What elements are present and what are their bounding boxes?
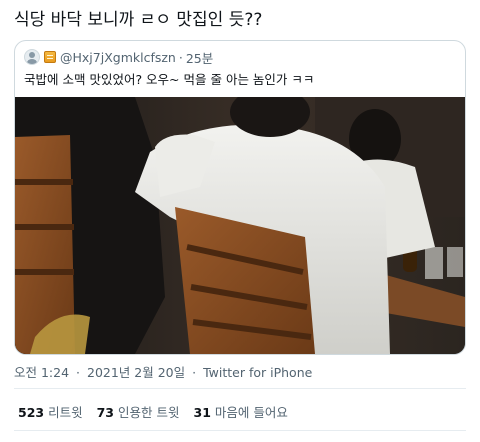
quoted-tweet-photo[interactable] <box>15 97 465 354</box>
likes-label: 마음에 들어요 <box>214 405 288 420</box>
quoted-tweet-text: 국밥에 소맥 맛있었어? 오우~ 먹을 줄 아는 놈인가 ㅋㅋ <box>24 72 315 87</box>
tweet-date[interactable]: 2021년 2월 20일 <box>87 365 185 380</box>
default-profile-icon[interactable] <box>24 49 40 65</box>
quote-tweets-label: 인용한 트윗 <box>118 405 180 420</box>
tweet-source[interactable]: Twitter for iPhone <box>203 365 312 380</box>
divider <box>14 430 466 431</box>
tweet-text: 식당 바닥 보니까 ㄹㅇ 맛집인 듯?? <box>14 10 263 30</box>
quote-tweets-count: 73 <box>96 405 115 420</box>
tweet-meta: 오전 1:24 · 2021년 2월 20일 · Twitter for iPh… <box>14 362 312 381</box>
divider <box>14 388 466 389</box>
likes-stat[interactable]: 31 마음에 들어요 <box>194 402 288 421</box>
restaurant-photo-illustration <box>15 97 465 354</box>
quoted-tweet-time[interactable]: 25분 <box>186 48 213 67</box>
quoted-tweet-card[interactable]: @Hxj7jXgmklcfszn · 25분 국밥에 소맥 맛있었어? 오우~ … <box>14 40 466 355</box>
emoji-badge-icon <box>44 51 56 63</box>
quoted-tweet-header: @Hxj7jXgmklcfszn · 25분 <box>24 48 213 66</box>
tweet-time[interactable]: 오전 1:24 <box>14 365 69 380</box>
quoted-tweet-handle[interactable]: @Hxj7jXgmklcfszn <box>60 50 176 65</box>
meta-separator: · <box>192 365 197 380</box>
quote-tweets-stat[interactable]: 73 인용한 트윗 <box>97 402 180 421</box>
tweet-stats: 523 리트윗 73 인용한 트윗 31 마음에 들어요 <box>18 402 302 421</box>
retweets-label: 리트윗 <box>48 405 83 420</box>
meta-separator: · <box>76 365 81 380</box>
retweets-stat[interactable]: 523 리트윗 <box>18 402 83 421</box>
header-separator: · <box>178 49 183 65</box>
likes-count: 31 <box>193 405 211 420</box>
retweets-count: 523 <box>18 405 45 420</box>
